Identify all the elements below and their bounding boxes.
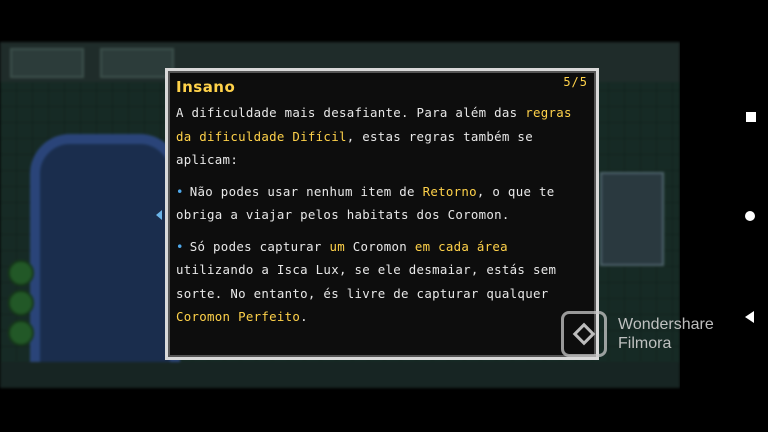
- counter: [100, 48, 174, 78]
- dialog-title: Insano: [176, 78, 236, 96]
- scroll-left-arrow-icon[interactable]: [156, 210, 162, 220]
- watermark-text: Wondershare Filmora: [618, 315, 714, 353]
- highlighted-text: Retorno: [422, 183, 477, 199]
- text-segment: utilizando a Isca Lux, se ele desmaiar, …: [176, 262, 557, 301]
- highlighted-text: em cada área: [414, 238, 508, 254]
- watermark-line1: Wondershare: [618, 316, 714, 333]
- bullet-item: • Não podes usar nenhum item de Retorno, …: [176, 180, 584, 227]
- text-segment: Coromon: [344, 238, 415, 254]
- back-icon[interactable]: [745, 311, 754, 323]
- recent-apps-icon[interactable]: [746, 112, 756, 122]
- highlighted-text: um: [329, 238, 345, 254]
- bullet-item: • Só podes capturar um Coromon em cada ár…: [176, 235, 584, 329]
- home-icon[interactable]: [745, 211, 755, 221]
- intro-paragraph: A dificuldade mais desafiante. Para além…: [176, 101, 584, 172]
- page-counter: 5/5: [563, 75, 588, 89]
- counter: [10, 48, 84, 78]
- machine: [600, 172, 664, 266]
- watermark-line2: Filmora: [618, 335, 672, 352]
- blue-rug: [30, 134, 180, 388]
- plant: [8, 320, 34, 346]
- plant: [8, 260, 34, 286]
- difficulty-info-dialog: Insano 5/5 A dificuldade mais desafiante…: [165, 68, 599, 360]
- bullet-icon: •: [176, 183, 184, 199]
- bottom-wall: [0, 362, 680, 388]
- bullet-icon: •: [176, 238, 184, 254]
- text-segment: .: [300, 309, 308, 324]
- dialog-body: A dificuldade mais desafiante. Para além…: [176, 101, 584, 329]
- text-segment: Só podes capturar: [189, 238, 330, 254]
- text-segment: Não podes usar nenhum item de: [189, 183, 423, 199]
- text-segment: A dificuldade mais desafiante. Para além…: [176, 105, 526, 120]
- filmora-logo-icon: [561, 311, 607, 357]
- highlighted-text: Coromon Perfeito: [176, 309, 301, 324]
- plant: [8, 290, 34, 316]
